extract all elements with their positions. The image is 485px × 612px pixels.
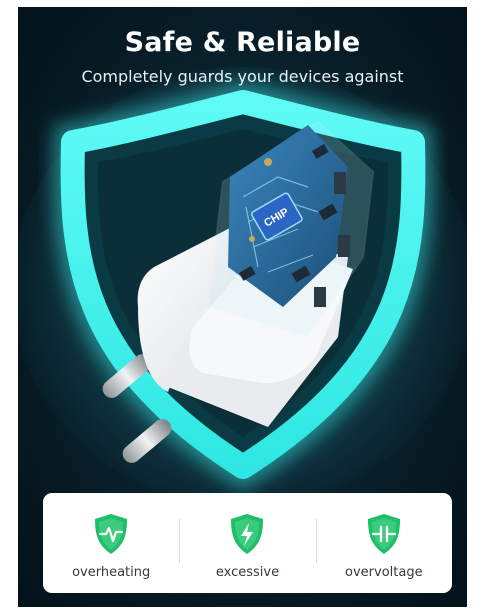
feature-excessive: excessive [179,493,315,593]
page-subtitle: Completely guards your devices against [81,67,404,86]
page-title: Safe & Reliable [124,27,361,58]
feature-label-overvoltage: overvoltage [345,565,423,580]
feature-label-excessive: excessive [215,565,280,580]
shield-heartbeat-icon [95,514,128,554]
shield-lightning-icon [231,514,264,554]
feature-overheating: overheating [43,493,179,593]
feature-overvoltage: overvoltage [315,493,452,593]
feature-label-overheating: overheating [72,565,151,580]
shield-capacitor-icon [367,514,400,554]
features-card: overheating excessive overvoltage [43,493,452,593]
product-banner: CHIP Safe & Reliable Completely guards y… [18,7,467,607]
